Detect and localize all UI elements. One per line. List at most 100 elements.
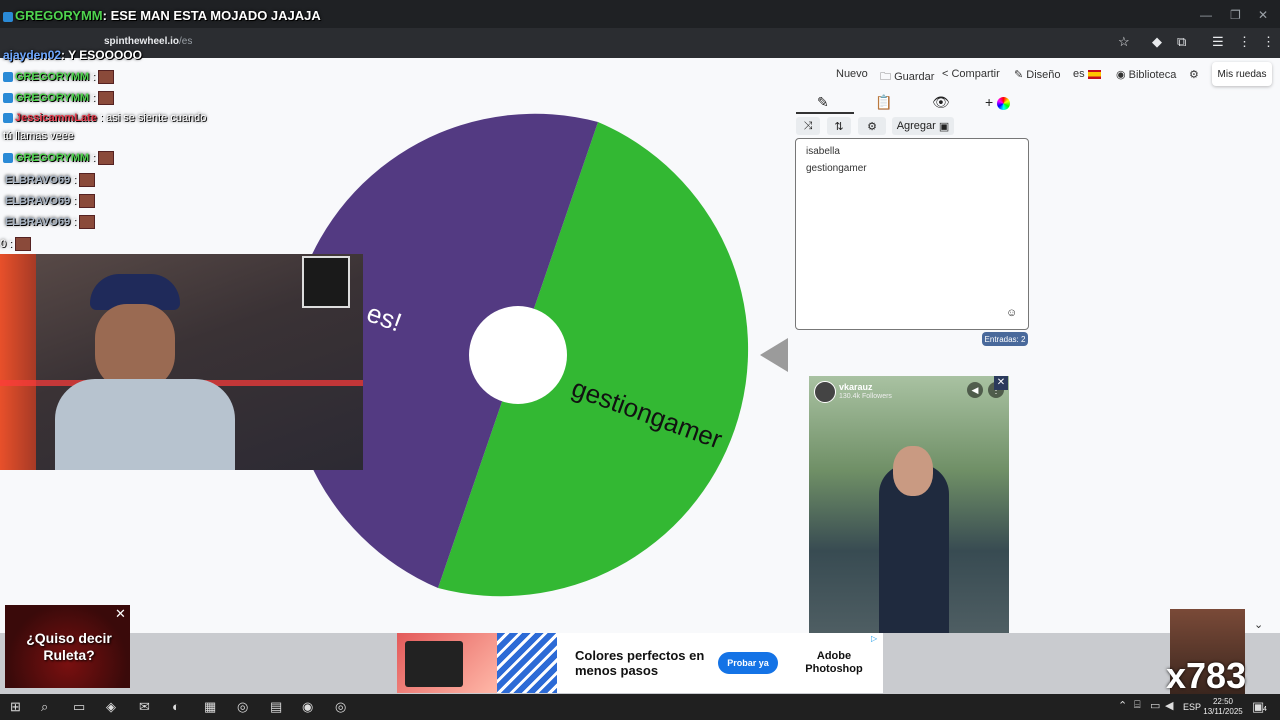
task-view-icon[interactable]: ▭	[73, 699, 85, 715]
browser-menu-icon[interactable]: ⋮	[1262, 34, 1275, 50]
obs-icon[interactable]: ◉	[302, 699, 313, 715]
folder-icon: 🗀	[880, 71, 895, 83]
sort-button[interactable]: ⇅	[827, 117, 851, 135]
chat-line: ELBRAVO69 :	[5, 215, 96, 229]
search-icon[interactable]: ⌕	[41, 699, 48, 715]
chat-line: GREGORYMM :	[3, 91, 115, 105]
chat-line: ELBRAVO69 :	[5, 194, 96, 208]
my-wheels-button[interactable]: Mis ruedas	[1212, 62, 1272, 86]
url-path: /es	[179, 36, 193, 47]
chat-message-2: ajayden02: Y ESOOOOO	[3, 48, 142, 62]
sort-icon: ⇅	[834, 120, 844, 133]
tabs-menu-icon[interactable]: ☰	[1212, 34, 1224, 50]
copilot-icon[interactable]: ◈	[106, 699, 116, 715]
chat-emote-icon	[79, 173, 96, 187]
banner-cta-button[interactable]: Probar ya	[718, 652, 778, 674]
ruleta-ad-text: ¿Quiso decir Ruleta?	[26, 630, 112, 663]
emote-counter: x783	[1166, 655, 1247, 696]
nav-design[interactable]: ✎ Diseño	[1014, 68, 1061, 81]
photoshop-banner-ad[interactable]: Colores perfectos en menos pasos Probar …	[397, 633, 883, 693]
windows-taskbar	[0, 694, 1280, 720]
tray-clock[interactable]: 22:50 13/11/2025	[1203, 697, 1243, 717]
adchoices-icon[interactable]: ▷	[871, 634, 877, 643]
nav-design-label: Diseño	[1026, 69, 1061, 81]
chat-text: :	[92, 70, 96, 83]
windows-start-icon[interactable]: ⊞	[10, 699, 21, 715]
nav-save-label: Guardar	[894, 71, 935, 83]
add-color-tab-icon[interactable]: +	[985, 94, 1011, 110]
entry-line: isabella	[806, 146, 840, 157]
shuffle-button[interactable]: ⤨	[796, 117, 820, 135]
chat-username: GREGORYMM	[15, 70, 90, 83]
extension-icon[interactable]: ◆	[1152, 34, 1162, 50]
notification-count: 4	[1263, 706, 1267, 713]
chat-badge-icon	[3, 93, 13, 103]
chat-text: : Y ESOOOOO	[61, 48, 142, 62]
tray-volume-icon[interactable]: ◀	[1165, 699, 1173, 712]
bookmark-star-icon[interactable]: ☆	[1118, 34, 1130, 50]
close-window-icon[interactable]: ✕	[1258, 8, 1268, 22]
outlook-icon[interactable]: ✉	[139, 699, 150, 715]
chat-emote-icon	[15, 237, 32, 251]
chat-emote-icon	[98, 91, 115, 105]
ruleta-ad[interactable]: ¿Quiso decir Ruleta? ✕	[5, 605, 130, 688]
banner-image-left	[397, 633, 497, 693]
nav-language[interactable]: es	[1073, 68, 1101, 80]
close-ruleta-ad-icon[interactable]: ✕	[115, 606, 126, 622]
streamer-shirt	[55, 379, 235, 470]
chat-text: :	[92, 91, 96, 104]
banner-image-stripes	[497, 633, 557, 693]
chat-emote-icon	[79, 194, 96, 208]
chevron-down-icon[interactable]: ⌄	[1254, 618, 1263, 631]
chat-message-top: GREGORYMM: ESE MAN ESTA MOJADO JAJAJA	[3, 8, 321, 23]
language-code: es	[1073, 68, 1085, 80]
tray-date: 13/11/2025	[1203, 707, 1243, 716]
active-tab-indicator	[796, 112, 854, 114]
chrome-active-icon[interactable]: ◎	[335, 699, 346, 715]
nav-library[interactable]: ◉ Biblioteca	[1116, 68, 1176, 81]
chat-text: tú llamas veee	[3, 130, 74, 142]
image-icon: ▣	[938, 120, 950, 133]
store-icon[interactable]: ▦	[204, 699, 216, 715]
chat-username: ELBRAVO69	[5, 194, 71, 207]
profile-icon[interactable]: ⋮	[1238, 34, 1251, 50]
nav-share[interactable]: < Compartir	[942, 68, 1000, 80]
chrome-taskbar-icon[interactable]: ◎	[237, 699, 248, 715]
mute-icon[interactable]: ◀	[967, 382, 983, 398]
chat-username: ajayden02	[3, 48, 62, 62]
close-ad-icon[interactable]: ✕	[994, 376, 1008, 390]
wheel-pointer-icon	[760, 338, 788, 372]
minimize-icon[interactable]: —	[1200, 8, 1212, 22]
chat-username: JessicammLate	[15, 112, 97, 124]
chat-text: :	[73, 215, 77, 228]
edit-tab-pencil-icon[interactable]: ✎	[817, 94, 829, 111]
settings-gear-icon[interactable]: ⚙	[1189, 68, 1199, 81]
pencil-icon: ✎	[1014, 69, 1027, 81]
tray-language[interactable]: ESP	[1183, 702, 1201, 712]
add-image-button[interactable]: Agregar ▣	[892, 117, 954, 135]
file-explorer-icon[interactable]: ▤	[270, 699, 282, 715]
entry-line: gestiongamer	[806, 163, 867, 174]
wheel-center[interactable]	[469, 306, 567, 404]
entries-textarea[interactable]: isabella gestiongamer ☺	[795, 138, 1029, 330]
url-text[interactable]: spinthewheel.io/es	[104, 36, 192, 47]
clipboard-tab-icon[interactable]: 📋	[875, 94, 892, 111]
banner-ui-mockup	[405, 641, 463, 687]
puzzle-icon[interactable]: ⧉	[1177, 34, 1186, 50]
edge-icon[interactable]: ◐	[172, 699, 180, 714]
tray-chevron-icon[interactable]: ⌃	[1118, 699, 1127, 712]
chat-badge-icon	[3, 11, 13, 22]
nav-new[interactable]: Nuevo	[836, 68, 868, 80]
color-wheel-icon	[997, 96, 1011, 110]
tray-battery-icon[interactable]: ▭	[1150, 699, 1160, 712]
tray-network-icon[interactable]: ⌸	[1134, 699, 1141, 712]
hide-tab-eye-icon[interactable]: 👁	[932, 94, 950, 111]
restore-icon[interactable]: ❐	[1230, 8, 1241, 22]
chat-text: :	[73, 173, 77, 186]
chat-text: :	[73, 194, 77, 207]
emoji-icon[interactable]: ☺	[1006, 307, 1017, 319]
streamer-face	[95, 304, 175, 389]
image-settings-button[interactable]: ⚙	[858, 117, 886, 135]
nav-save[interactable]: 🗀 Guardar	[880, 68, 934, 87]
banner-headline: Colores perfectos en menos pasos	[575, 648, 705, 678]
